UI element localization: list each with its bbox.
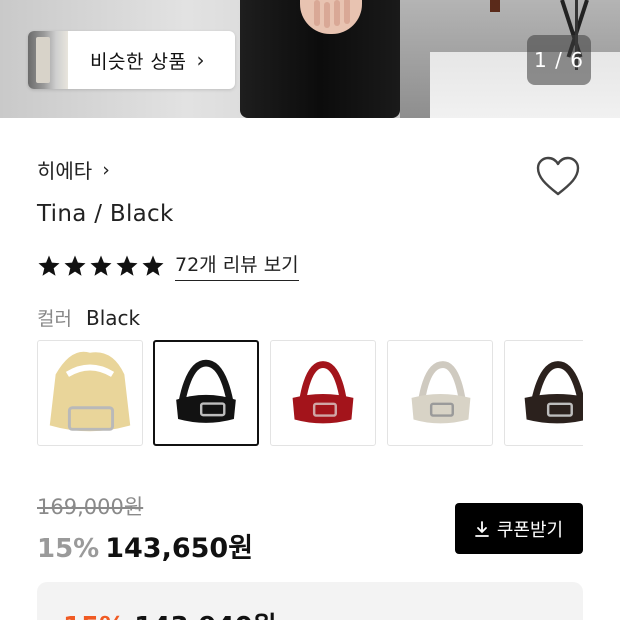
bag-thumbnail: [411, 361, 471, 424]
rating-stars: [37, 254, 167, 278]
similar-products-button[interactable]: 비슷한 상품 ›: [28, 31, 235, 89]
color-swatch-dark-brown[interactable]: [504, 340, 583, 446]
benefit-final-price: 143,940원: [134, 612, 276, 620]
original-price: 169,000원: [37, 495, 144, 519]
coupon-download-button[interactable]: 쿠폰받기: [455, 503, 583, 554]
color-swatch-list: [37, 340, 583, 446]
bag-thumbnail: [524, 361, 583, 424]
star-icon: [90, 255, 112, 276]
benefit-discount-rate: 15%: [63, 612, 125, 620]
benefit-price: 15% 143,940원: [63, 606, 277, 620]
bag-thumbnail: [292, 361, 354, 424]
download-icon: [474, 520, 489, 537]
heart-icon[interactable]: [535, 156, 581, 198]
bag-thumbnail: [176, 359, 236, 423]
product-title: Tina / Black: [37, 201, 174, 227]
color-swatch-silver[interactable]: [387, 340, 493, 446]
brand-link[interactable]: 히에타 ›: [37, 155, 110, 184]
selected-color-value: Black: [85, 306, 141, 330]
image-page-counter: 1 / 6: [527, 35, 591, 85]
similar-product-thumbnail: [28, 31, 68, 89]
color-option-row: 컬러 Black: [37, 304, 140, 331]
brand-name: 히에타: [37, 159, 93, 183]
background-floor: [430, 52, 620, 118]
color-swatch-red[interactable]: [270, 340, 376, 446]
chevron-right-icon: ›: [196, 48, 205, 72]
benefit-price-card: 15% 143,940원: [37, 582, 583, 620]
rating-row: 72개 리뷰 보기: [37, 250, 299, 281]
sale-price-row: 15% 143,650원: [37, 526, 253, 565]
product-hero-image[interactable]: 비슷한 상품 › 1 / 6: [0, 0, 620, 118]
discount-rate: 15%: [37, 534, 100, 564]
star-icon: [38, 255, 60, 276]
bag-thumbnail: [49, 351, 131, 432]
star-icon: [64, 255, 86, 276]
coupon-button-label: 쿠폰받기: [496, 519, 564, 541]
similar-products-label: 비슷한 상품: [90, 50, 187, 73]
color-swatch-black[interactable]: [153, 340, 259, 446]
background-pole: [490, 0, 500, 12]
sale-price: 143,650원: [105, 533, 254, 564]
color-swatch-yellow[interactable]: [37, 340, 143, 446]
star-icon: [116, 255, 138, 276]
reviews-link[interactable]: 72개 리뷰 보기: [175, 250, 299, 281]
star-icon: [142, 255, 164, 276]
color-label: 컬러: [37, 308, 72, 330]
chevron-right-icon: ›: [102, 158, 110, 181]
